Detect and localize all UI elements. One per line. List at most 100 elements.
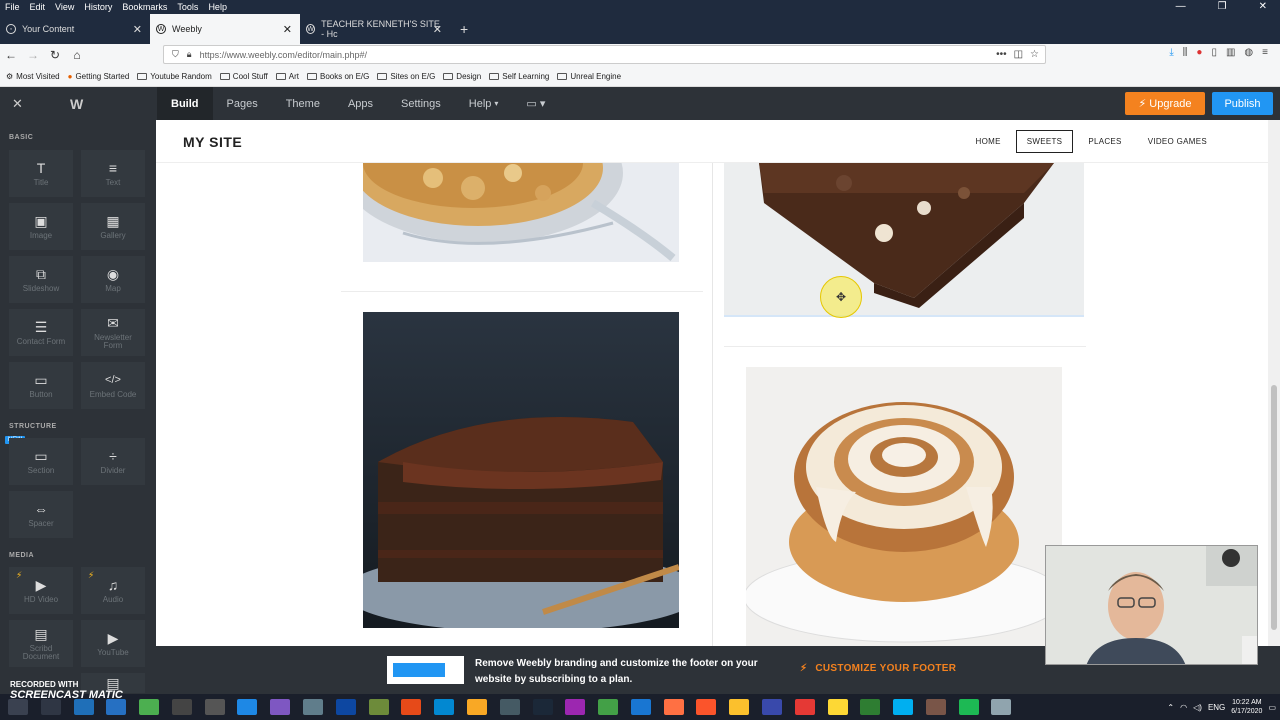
start-icon[interactable] xyxy=(8,699,28,715)
network-icon[interactable]: ◠ xyxy=(1180,703,1187,712)
element-button[interactable]: ▭ Button xyxy=(9,362,73,409)
app-icon[interactable] xyxy=(303,699,324,715)
bookmark-folder[interactable]: Books on E/G xyxy=(307,72,369,81)
bookmark-folder[interactable]: Cool Stuff xyxy=(219,72,268,81)
tab-help[interactable]: Help ▾ xyxy=(455,87,513,120)
image-cinnamon-roll[interactable] xyxy=(746,367,1062,646)
nav-places[interactable]: PLACES xyxy=(1077,130,1132,153)
url-bar[interactable]: ⛉ 🔒︎ https://www.weebly.com/editor/main.… xyxy=(163,45,1046,64)
folder-icon[interactable] xyxy=(466,699,487,715)
menu-bookmarks[interactable]: Bookmarks xyxy=(117,2,172,12)
page-actions-icon[interactable]: ••• xyxy=(996,49,1007,60)
device-preview-icon[interactable]: ▭ ▾ xyxy=(512,87,559,120)
weebly-logo-icon[interactable]: W xyxy=(70,96,83,112)
bookmark-folder[interactable]: Unreal Engine xyxy=(557,72,621,81)
menu-view[interactable]: View xyxy=(50,2,79,12)
firefox-icon[interactable] xyxy=(663,699,684,715)
tab-theme[interactable]: Theme xyxy=(272,87,334,120)
app-icon[interactable] xyxy=(139,699,160,715)
account-icon[interactable]: ◍ xyxy=(1244,47,1253,58)
element-text[interactable]: ≡ Text xyxy=(81,150,145,197)
pocket-icon[interactable]: ◫ xyxy=(1014,49,1023,60)
back-icon[interactable]: ← xyxy=(0,48,22,62)
menu-tools[interactable]: Tools xyxy=(172,2,203,12)
element-section[interactable]: ▭ Section xyxy=(9,438,73,485)
chrome-icon[interactable] xyxy=(729,699,750,715)
app-icon[interactable] xyxy=(204,699,225,715)
nav-video-games[interactable]: VIDEO GAMES xyxy=(1137,130,1218,153)
nav-home[interactable]: HOME xyxy=(965,130,1012,153)
minimize-icon[interactable]: — xyxy=(1171,1,1191,12)
tab-teacher-site[interactable]: W TEACHER KENNETH'S SITE - Hc ✕ xyxy=(300,14,450,44)
close-tab-icon[interactable]: ✕ xyxy=(283,23,292,36)
image-pie[interactable] xyxy=(363,163,679,262)
close-tab-icon[interactable]: ✕ xyxy=(433,23,442,36)
element-slideshow[interactable]: ⧉ Slideshow xyxy=(9,256,73,303)
element-divider[interactable]: ÷ Divider xyxy=(81,438,145,485)
bookmark-folder[interactable]: Design xyxy=(443,72,481,81)
close-window-icon[interactable]: ✕ xyxy=(1254,1,1272,12)
hamburger-menu-icon[interactable]: ≡ xyxy=(1262,47,1268,58)
tab-your-content[interactable]: ◦ Your Content ✕ xyxy=(0,14,150,44)
volume-icon[interactable]: ◁) xyxy=(1193,703,1202,712)
language-indicator[interactable]: ENG xyxy=(1208,703,1225,712)
spotify-icon[interactable] xyxy=(958,699,979,715)
close-editor-icon[interactable]: ✕ xyxy=(12,96,23,112)
clock[interactable]: 10:22 AM 6/17/2020 xyxy=(1231,698,1262,716)
bookmark-folder[interactable]: Youtube Random xyxy=(137,72,212,81)
task-view-icon[interactable] xyxy=(73,699,94,715)
close-tab-icon[interactable]: ✕ xyxy=(133,23,142,36)
library-icon[interactable]: ⫼ xyxy=(1183,47,1188,58)
nav-sweets[interactable]: SWEETS xyxy=(1015,130,1074,153)
image-chocolate-cake[interactable] xyxy=(363,312,679,628)
app-icon[interactable] xyxy=(499,699,520,715)
publish-button[interactable]: Publish xyxy=(1212,92,1273,115)
app-icon[interactable] xyxy=(237,699,258,715)
element-image[interactable]: ▣ Image xyxy=(9,203,73,250)
menu-edit[interactable]: Edit xyxy=(25,2,51,12)
tab-build[interactable]: Build xyxy=(157,87,213,120)
element-title[interactable]: T Title xyxy=(9,150,73,197)
app-icon[interactable] xyxy=(991,699,1012,715)
download-icon[interactable]: ⤓ xyxy=(1169,47,1173,58)
office-icon[interactable] xyxy=(401,699,422,715)
app-icon[interactable] xyxy=(335,699,356,715)
app-icon[interactable] xyxy=(106,699,127,715)
element-audio[interactable]: ⚡︎ ♫ Audio xyxy=(81,567,145,614)
extension-icon[interactable]: ● xyxy=(1196,47,1202,58)
customize-footer-button[interactable]: ⚡︎ CUSTOMIZE YOUR FOOTER xyxy=(800,663,956,674)
upgrade-button[interactable]: ⚡︎ Upgrade xyxy=(1125,92,1205,115)
scrollbar-thumb[interactable] xyxy=(1271,385,1277,630)
app-icon[interactable] xyxy=(565,699,586,715)
calculator-icon[interactable] xyxy=(171,699,192,715)
tab-pages[interactable]: Pages xyxy=(213,87,272,120)
sidebar-icon[interactable]: ▯ xyxy=(1211,47,1217,58)
element-spacer[interactable]: ⇔ Spacer xyxy=(9,491,73,538)
bookmark-folder[interactable]: Sites on E/G xyxy=(377,72,435,81)
canvas-scrollbar[interactable] xyxy=(1268,120,1280,646)
app-icon[interactable] xyxy=(827,699,848,715)
app-icon[interactable] xyxy=(598,699,619,715)
menu-history[interactable]: History xyxy=(79,2,117,12)
app-icon[interactable] xyxy=(368,699,389,715)
menu-help[interactable]: Help xyxy=(203,2,232,12)
notifications-icon[interactable]: ▭ xyxy=(1268,703,1276,712)
star-icon[interactable]: ☆ xyxy=(1030,49,1039,60)
bookmark-most-visited[interactable]: ⚙ Most Visited xyxy=(6,72,60,81)
bookmark-getting-started[interactable]: ● Getting Started xyxy=(68,72,130,81)
home-icon[interactable]: ⌂ xyxy=(66,48,88,62)
ie-icon[interactable] xyxy=(630,699,651,715)
tab-apps[interactable]: Apps xyxy=(334,87,387,120)
element-youtube[interactable]: ▶ YouTube xyxy=(81,620,145,667)
image-brownie[interactable] xyxy=(724,163,1084,317)
search-icon[interactable] xyxy=(40,699,61,715)
chevron-up-icon[interactable]: ⌃ xyxy=(1167,703,1174,712)
menu-file[interactable]: File xyxy=(0,2,25,12)
edge-icon[interactable] xyxy=(434,699,455,715)
tab-settings[interactable]: Settings xyxy=(387,87,455,120)
element-gallery[interactable]: ▦ Gallery xyxy=(81,203,145,250)
restore-icon[interactable]: ❐ xyxy=(1213,1,1232,12)
element-newsletter-form[interactable]: ✉ Newsletter Form xyxy=(81,309,145,356)
brave-icon[interactable] xyxy=(696,699,717,715)
tab-weebly[interactable]: W Weebly ✕ xyxy=(150,14,300,44)
